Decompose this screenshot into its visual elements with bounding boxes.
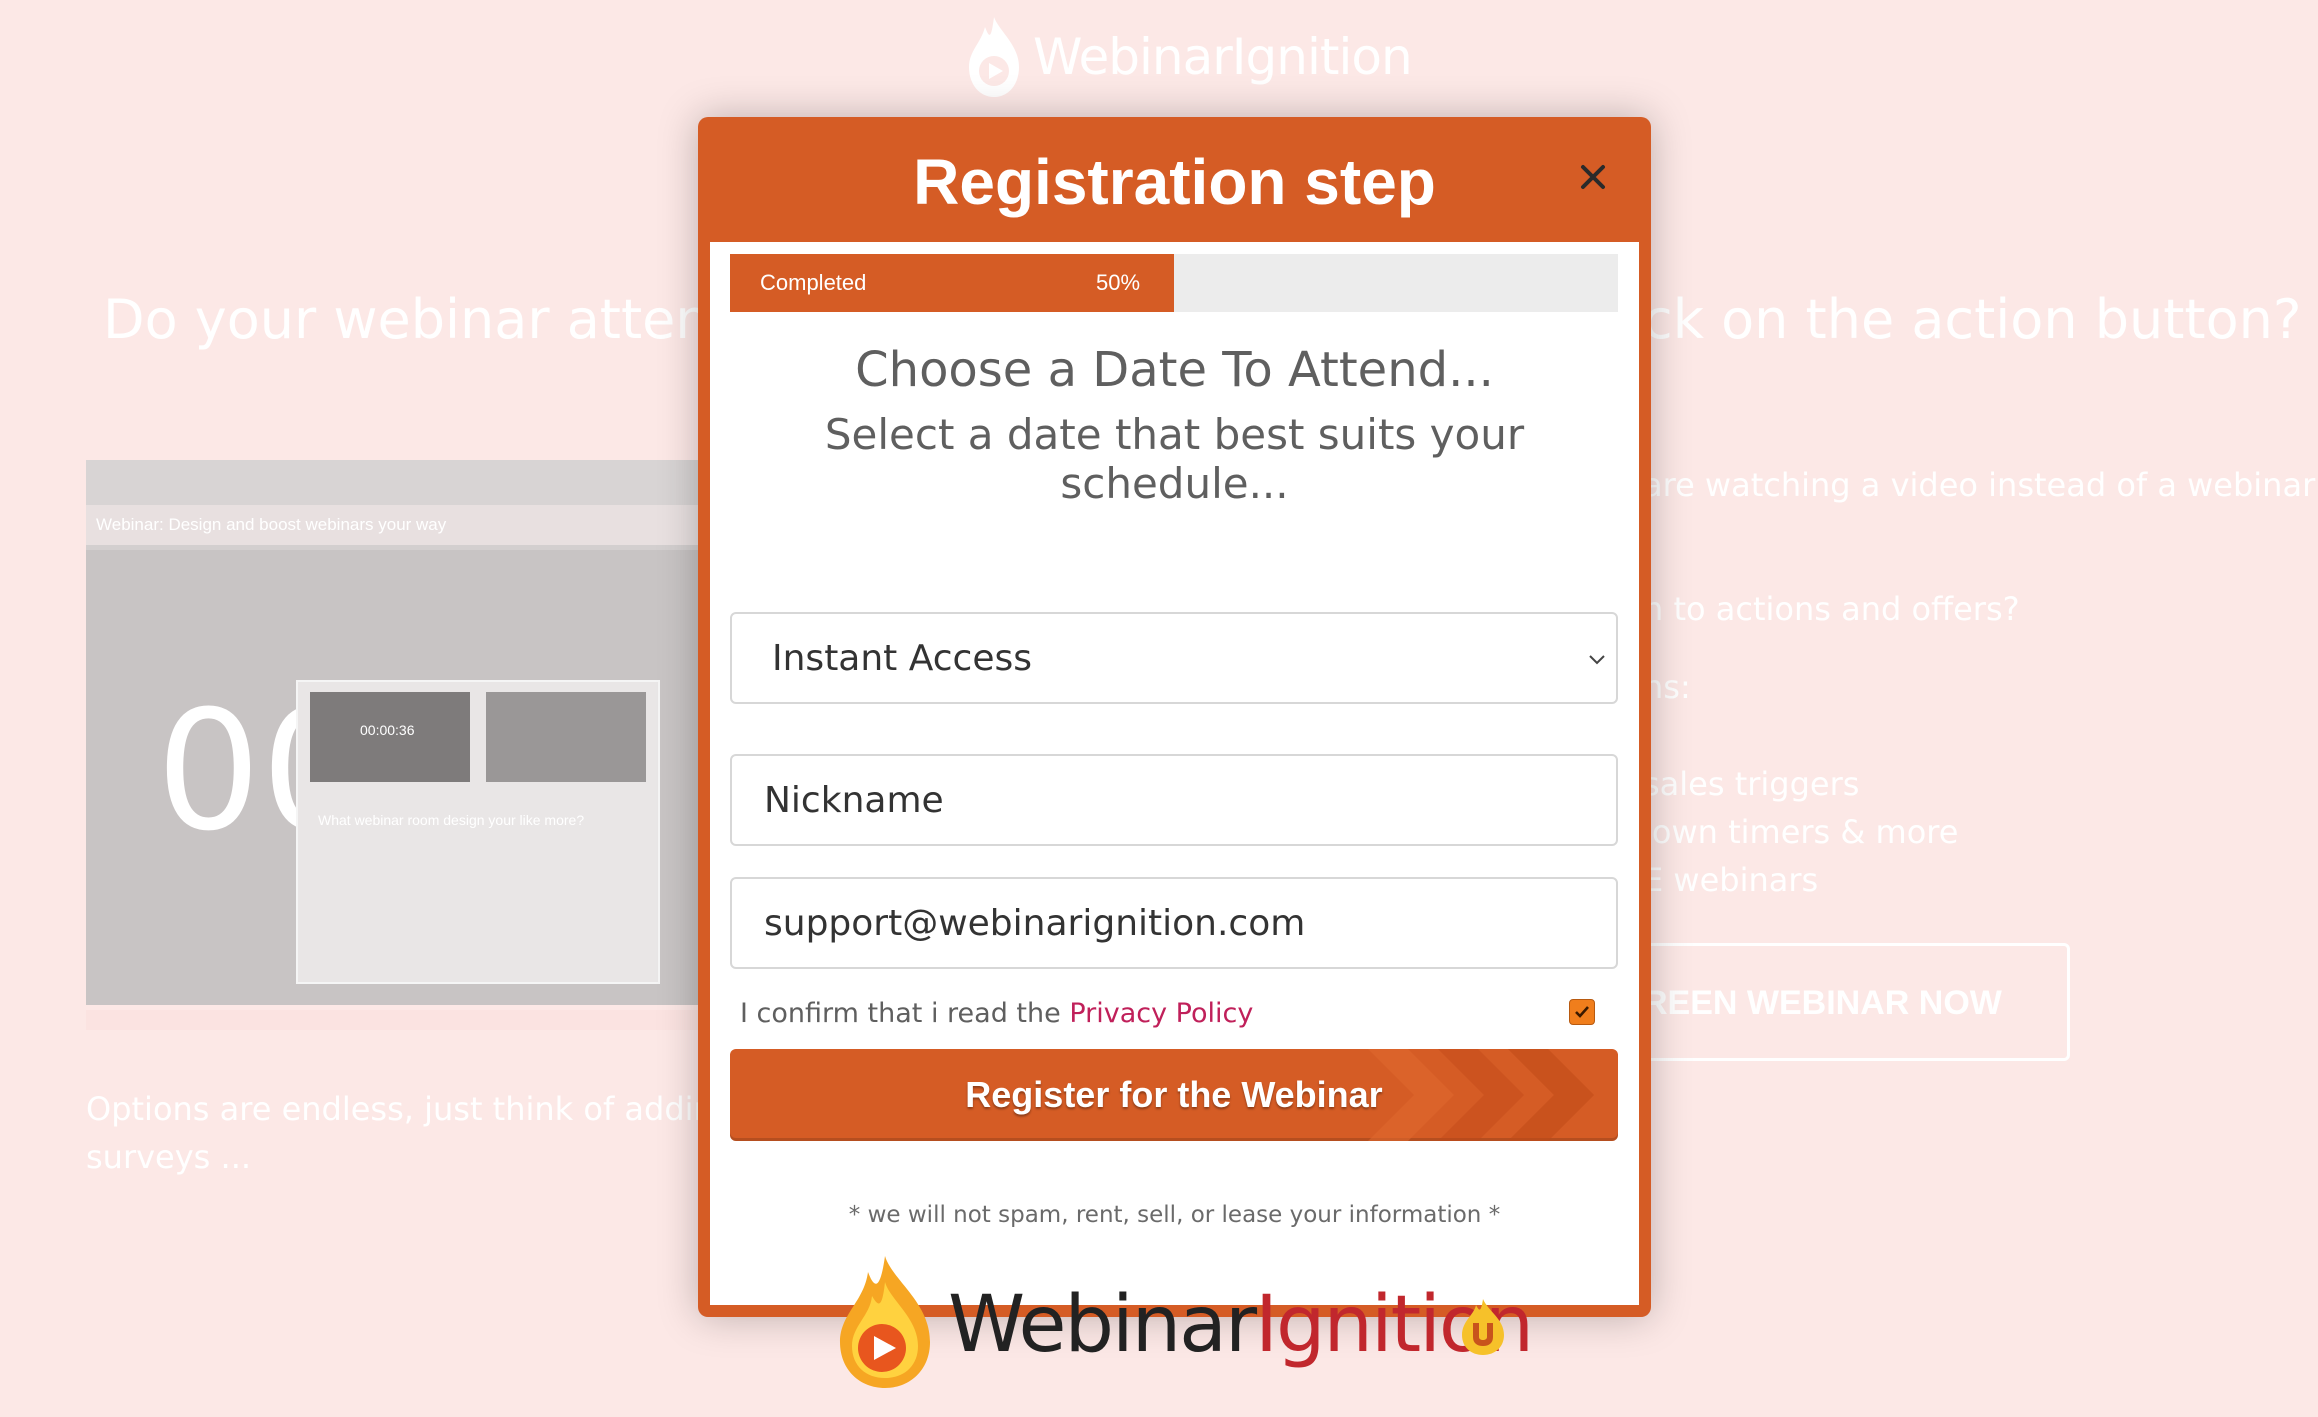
progress-percent: 50% xyxy=(1096,270,1141,295)
register-button-label: Register for the Webinar xyxy=(965,1074,1383,1115)
background-line: lown timers & more xyxy=(1643,813,1959,851)
confirm-label: I confirm that i read the xyxy=(740,998,1070,1029)
progress-bar: Completed 50% xyxy=(730,254,1618,312)
preview-thumb-left: 00:00:36 xyxy=(310,692,470,782)
background-logo: WebinarIgnition xyxy=(965,14,1413,100)
close-icon xyxy=(1581,165,1605,189)
background-bottom-text: Options are endless, just think of addin… xyxy=(86,1090,765,1128)
background-line: E webinars xyxy=(1643,861,1819,899)
preview-thumb-right xyxy=(486,692,646,782)
background-line: sales triggers xyxy=(1643,765,1860,803)
background-line: n to actions and offers? xyxy=(1643,590,2020,628)
email-value: support@webinarignition.com xyxy=(764,902,1306,944)
progress-label: Completed xyxy=(760,270,867,295)
spam-notice: * we will not spam, rent, sell, or lease… xyxy=(848,1202,1501,1228)
preview-bar-title: Webinar: Design and boost webinars your … xyxy=(96,515,447,534)
nickname-input[interactable]: Nickname xyxy=(730,754,1618,846)
date-select-value: Instant Access xyxy=(772,637,1032,679)
checkmark-icon xyxy=(1575,1006,1589,1018)
background-headline-left: Do your webinar attende xyxy=(103,288,778,351)
chevron-down-icon xyxy=(1589,655,1605,665)
background-headline-right: ck on the action button? xyxy=(1643,288,2302,351)
brand-wordmark: WebinarIgnition xyxy=(948,1280,1534,1370)
brand-word-webinar: Webinar xyxy=(948,1280,1257,1370)
background-logo-text: WebinarIgnition xyxy=(1033,28,1413,86)
modal-title: Registration step xyxy=(913,146,1436,218)
flame-logo-icon xyxy=(969,17,1019,97)
preview-poll-card: 00:00:36 What webinar room design your l… xyxy=(296,680,660,984)
modal-body: Completed 50% Choose a Date To Attend...… xyxy=(710,242,1639,1388)
u-badge-icon xyxy=(1462,1299,1504,1355)
background-cta-label: REEN WEBINAR NOW xyxy=(1643,984,2002,1022)
background-bottom-text: surveys ... xyxy=(86,1138,252,1176)
fire-logo-icon xyxy=(840,1256,930,1388)
date-select[interactable]: Instant Access xyxy=(730,612,1618,704)
preview-timer: 00:00:36 xyxy=(360,722,415,738)
background-cta-button[interactable]: REEN WEBINAR NOW xyxy=(1580,943,2070,1061)
date-heading: Choose a Date To Attend... xyxy=(855,342,1494,398)
email-input[interactable]: support@webinarignition.com xyxy=(730,877,1618,969)
privacy-checkbox[interactable] xyxy=(1569,999,1595,1025)
privacy-confirm-text: I confirm that i read the Privacy Policy xyxy=(740,998,1253,1029)
register-button[interactable]: Register for the Webinar xyxy=(730,1049,1618,1141)
background-webinar-preview: Webinar: Design and boost webinars your … xyxy=(86,460,726,1005)
webinarignition-logo: WebinarIgnition xyxy=(830,1252,1534,1392)
registration-modal: Registration step Completed 50% Choose a… xyxy=(698,117,1651,1388)
nickname-placeholder: Nickname xyxy=(764,779,944,821)
preview-question: What webinar room design your like more? xyxy=(318,812,585,828)
close-button[interactable] xyxy=(1568,152,1618,202)
privacy-policy-link[interactable]: Privacy Policy xyxy=(1069,998,1253,1029)
date-subheading: Select a date that best suits your sched… xyxy=(824,410,1525,508)
background-line: are watching a video instead of a webina… xyxy=(1643,466,2316,504)
